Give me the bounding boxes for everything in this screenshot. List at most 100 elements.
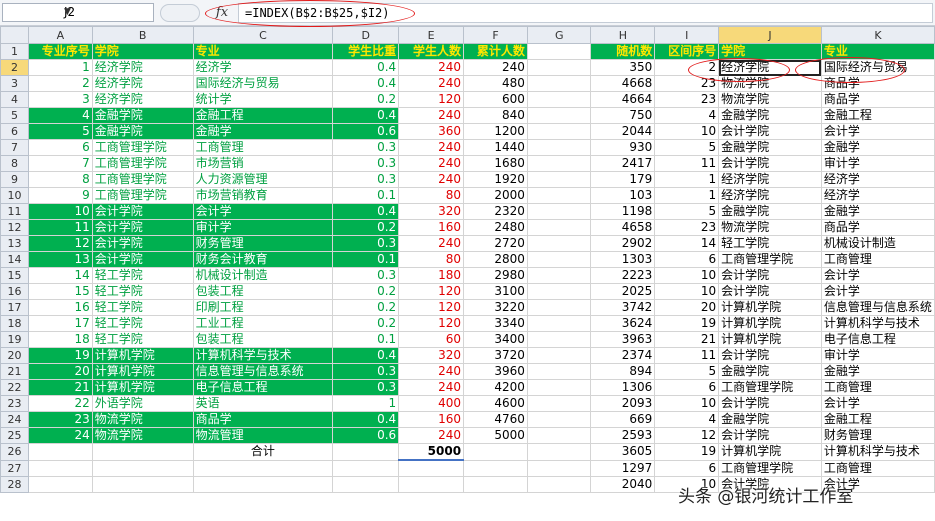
cell-g[interactable] bbox=[526, 171, 592, 188]
cell-j[interactable]: 轻工学院 bbox=[718, 235, 822, 252]
column-header-k[interactable]: K bbox=[820, 26, 935, 44]
cell-b[interactable]: 计算机学院 bbox=[91, 379, 194, 396]
cell-h[interactable]: 2902 bbox=[590, 235, 656, 252]
cell-d[interactable]: 0.2 bbox=[332, 283, 400, 300]
cell-j[interactable]: 会计学院 bbox=[718, 283, 822, 300]
cell-b[interactable]: 会计学院 bbox=[91, 219, 194, 236]
cell-d[interactable]: 0.4 bbox=[332, 411, 400, 428]
cell-d[interactable]: 0.2 bbox=[332, 315, 400, 332]
cell-c[interactable]: 英语 bbox=[192, 395, 334, 412]
cell-g[interactable] bbox=[526, 235, 592, 252]
cell-f[interactable]: 3960 bbox=[463, 363, 528, 380]
cell-e[interactable]: 360 bbox=[398, 123, 465, 140]
cell-h[interactable]: 3963 bbox=[590, 331, 656, 348]
chevron-down-icon[interactable]: ▼ bbox=[64, 4, 150, 21]
cell-b[interactable] bbox=[91, 443, 194, 461]
row-header[interactable]: 22 bbox=[0, 379, 29, 396]
cell-k[interactable]: 商品学 bbox=[820, 91, 935, 108]
cell-j[interactable]: 计算机学院 bbox=[718, 315, 822, 332]
select-all-corner[interactable] bbox=[0, 26, 29, 44]
cell-e[interactable]: 240 bbox=[398, 235, 465, 252]
cell-i[interactable]: 4 bbox=[654, 107, 720, 124]
cell-i[interactable]: 12 bbox=[654, 427, 720, 444]
cell-d[interactable]: 0.3 bbox=[332, 171, 400, 188]
row-header[interactable]: 4 bbox=[0, 91, 29, 108]
cell-i[interactable]: 4 bbox=[654, 411, 720, 428]
cell-k[interactable]: 金融工程 bbox=[820, 107, 935, 124]
cell-i[interactable]: 1 bbox=[654, 187, 720, 204]
cell-a[interactable]: 11 bbox=[27, 219, 93, 236]
row-header[interactable]: 8 bbox=[0, 155, 29, 172]
cell-e[interactable]: 80 bbox=[398, 187, 465, 204]
cell-k[interactable]: 经济学 bbox=[820, 187, 935, 204]
cell-d[interactable]: 0.1 bbox=[332, 187, 400, 204]
cell-k[interactable]: 信息管理与信息系统 bbox=[820, 299, 935, 316]
cell-d[interactable]: 0.4 bbox=[332, 59, 400, 76]
cell-h[interactable]: 2040 bbox=[590, 475, 656, 493]
cell-b[interactable]: 物流学院 bbox=[91, 427, 194, 444]
cell-h[interactable]: 3624 bbox=[590, 315, 656, 332]
cell-f[interactable]: 3400 bbox=[463, 331, 528, 348]
cell-f[interactable]: 2320 bbox=[463, 203, 528, 220]
cell-h[interactable]: 179 bbox=[590, 171, 656, 188]
column-header-b[interactable]: B bbox=[91, 26, 194, 44]
cell-f[interactable]: 2980 bbox=[463, 267, 528, 284]
cell-d[interactable]: 0.3 bbox=[332, 379, 400, 396]
cell-a[interactable]: 21 bbox=[27, 379, 93, 396]
cell-k[interactable]: 经济学 bbox=[820, 171, 935, 188]
cell-d[interactable] bbox=[332, 443, 400, 461]
cell-b[interactable]: 计算机学院 bbox=[91, 347, 194, 364]
cell-b[interactable]: 物流学院 bbox=[91, 411, 194, 428]
cell-f[interactable] bbox=[463, 459, 528, 477]
cell-h[interactable]: 1306 bbox=[590, 379, 656, 396]
cell-e[interactable]: 240 bbox=[398, 139, 465, 156]
row-header[interactable]: 26 bbox=[0, 443, 29, 461]
row-header[interactable]: 23 bbox=[0, 395, 29, 412]
cell-b[interactable]: 工商管理学院 bbox=[91, 187, 194, 204]
cell-j[interactable]: 计算机学院 bbox=[718, 299, 822, 316]
header-cell-h[interactable]: 随机数 bbox=[590, 43, 656, 60]
cell-i[interactable]: 10 bbox=[654, 395, 720, 412]
cell-a[interactable]: 8 bbox=[27, 171, 93, 188]
cell-f[interactable]: 1200 bbox=[463, 123, 528, 140]
cell-b[interactable]: 轻工学院 bbox=[91, 315, 194, 332]
cell-b[interactable] bbox=[91, 475, 194, 493]
cell-j[interactable]: 金融学院 bbox=[718, 203, 822, 220]
cell-f[interactable] bbox=[463, 475, 528, 493]
cell-f[interactable]: 600 bbox=[463, 91, 528, 108]
cell-j[interactable]: 物流学院 bbox=[718, 91, 822, 108]
cell-e[interactable]: 400 bbox=[398, 395, 465, 412]
cell-d[interactable] bbox=[332, 459, 400, 477]
cell-a[interactable]: 4 bbox=[27, 107, 93, 124]
cell-c[interactable]: 工商管理 bbox=[192, 139, 334, 156]
cell-a[interactable]: 18 bbox=[27, 331, 93, 348]
cell-e[interactable]: 240 bbox=[398, 363, 465, 380]
column-header-h[interactable]: H bbox=[590, 26, 656, 44]
header-cell-a[interactable]: 专业序号 bbox=[27, 43, 93, 60]
cell-d[interactable]: 0.2 bbox=[332, 91, 400, 108]
row-header[interactable]: 18 bbox=[0, 315, 29, 332]
cell-d[interactable]: 0.3 bbox=[332, 235, 400, 252]
cell-g[interactable] bbox=[526, 219, 592, 236]
header-cell-g[interactable] bbox=[526, 43, 592, 60]
cell-g[interactable] bbox=[526, 315, 592, 332]
cell-b[interactable]: 轻工学院 bbox=[91, 331, 194, 348]
cell-a[interactable]: 24 bbox=[27, 427, 93, 444]
cell-g[interactable] bbox=[526, 363, 592, 380]
cell-j[interactable]: 工商管理学院 bbox=[718, 379, 822, 396]
cell-j[interactable]: 物流学院 bbox=[718, 75, 822, 92]
cell-i[interactable]: 14 bbox=[654, 235, 720, 252]
column-header-d[interactable]: D bbox=[332, 26, 400, 44]
column-header-a[interactable]: A bbox=[27, 26, 93, 44]
header-cell-i[interactable]: 区间序号 bbox=[654, 43, 720, 60]
cell-g[interactable] bbox=[526, 395, 592, 412]
cell-a[interactable]: 15 bbox=[27, 283, 93, 300]
cell-f[interactable]: 2720 bbox=[463, 235, 528, 252]
cell-g[interactable] bbox=[526, 443, 592, 461]
cell-b[interactable]: 轻工学院 bbox=[91, 299, 194, 316]
cell-h[interactable]: 4664 bbox=[590, 91, 656, 108]
header-cell-j[interactable]: 学院 bbox=[718, 43, 822, 60]
cell-i[interactable]: 20 bbox=[654, 299, 720, 316]
cell-e[interactable]: 240 bbox=[398, 75, 465, 92]
cell-h[interactable]: 1198 bbox=[590, 203, 656, 220]
